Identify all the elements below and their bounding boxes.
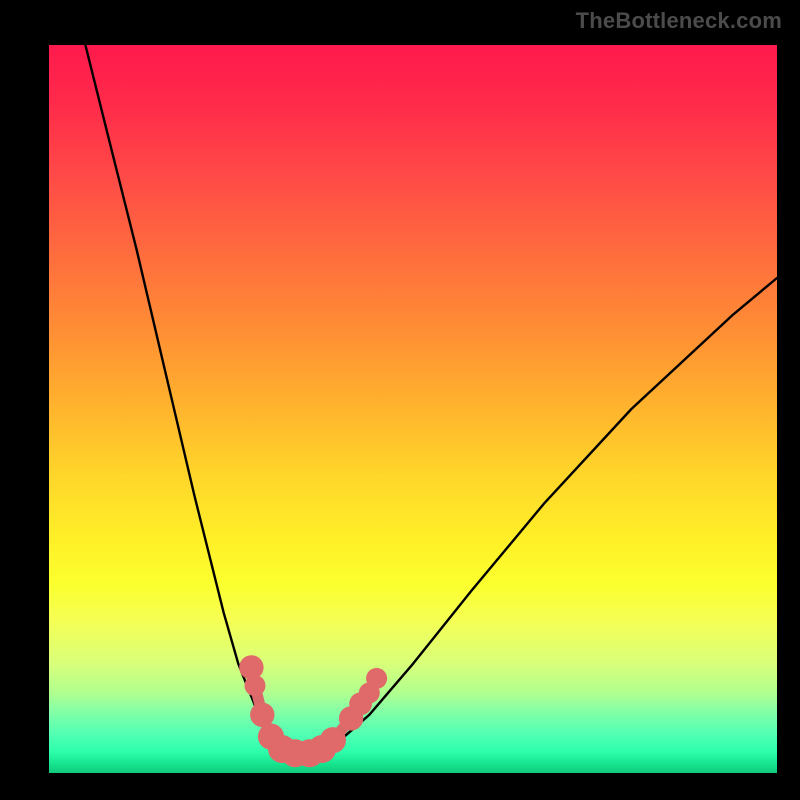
curve-marker xyxy=(245,675,266,696)
curve-marker xyxy=(366,668,387,689)
chart-svg xyxy=(49,45,777,773)
curve-marker xyxy=(320,727,346,753)
plot-area xyxy=(49,45,777,773)
watermark-text: TheBottleneck.com xyxy=(576,8,782,34)
curve-marker xyxy=(250,703,274,727)
curve-markers xyxy=(239,655,387,767)
chart-frame: TheBottleneck.com xyxy=(0,0,800,800)
bottleneck-curve xyxy=(85,45,777,757)
